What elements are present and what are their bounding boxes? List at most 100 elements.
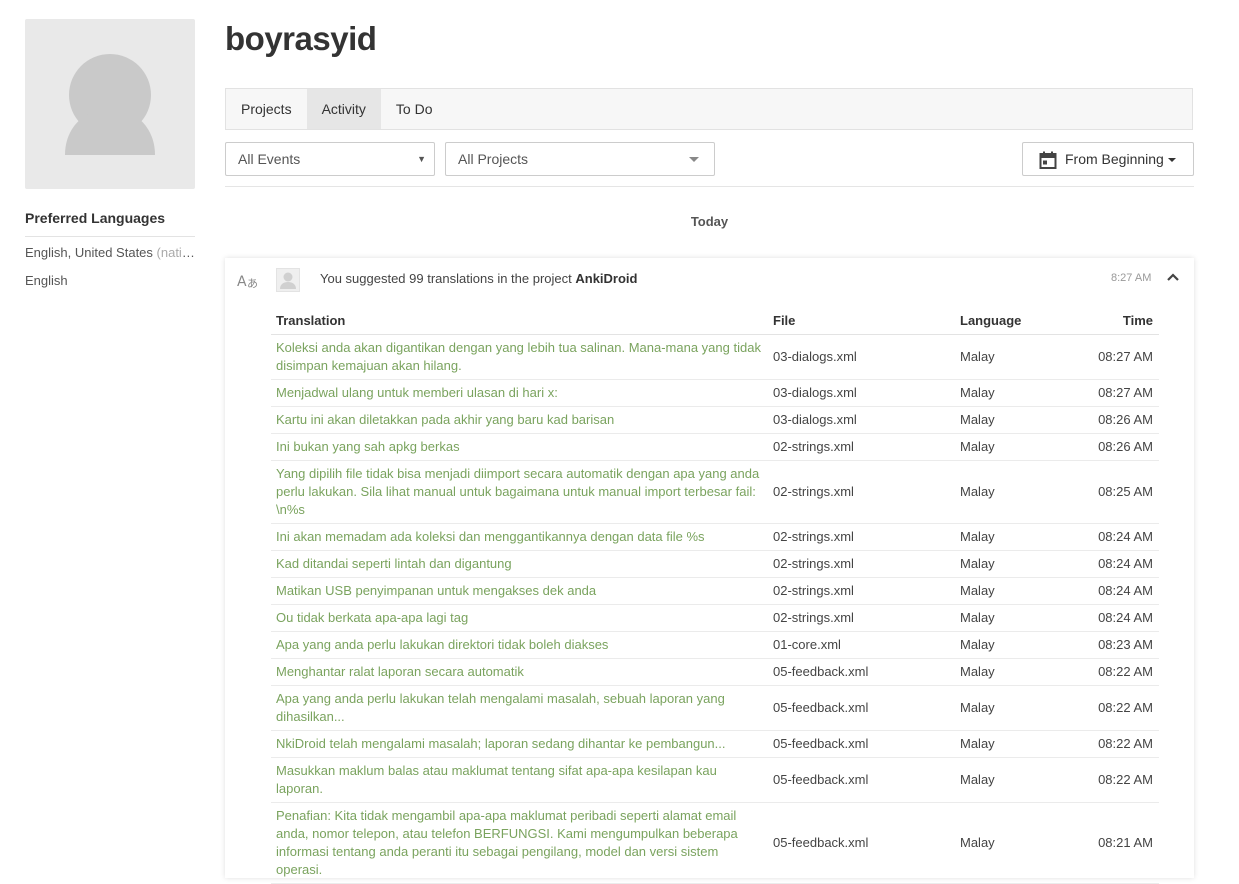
table-row: Kad ditandai seperti lintah dan digantun… <box>271 550 1159 578</box>
table-row: Apa yang anda perlu lakukan telah mengal… <box>271 685 1159 731</box>
translation-link[interactable]: Kartu ini akan diletakkan pada akhir yan… <box>271 406 768 434</box>
file-cell: 03-dialogs.xml <box>768 334 955 380</box>
events-filter-value: All Events <box>238 151 301 167</box>
time-cell: 08:24 AM <box>1075 604 1159 632</box>
date-range-label: From Beginning <box>1065 151 1164 167</box>
translation-link[interactable]: Ini bukan yang sah apkg berkas <box>271 433 768 461</box>
calendar-icon <box>1039 151 1057 169</box>
file-cell: 02-strings.xml <box>768 523 955 551</box>
translation-link[interactable]: Matikan USB penyimpanan untuk mengakses … <box>271 577 768 605</box>
time-cell: 08:24 AM <box>1075 577 1159 605</box>
time-cell: 08:26 AM <box>1075 433 1159 461</box>
translate-icon: A あ <box>237 274 258 290</box>
user-avatar <box>276 268 300 292</box>
translation-text: NkiDroid telah mengalami masalah; lapora… <box>276 736 726 751</box>
table-row: NkiDroid telah mengalami masalah; lapora… <box>271 730 1159 758</box>
language-item: English, United States (native) <box>25 245 195 260</box>
file-cell: 05-feedback.xml <box>768 685 955 731</box>
chevron-up-icon[interactable] <box>1166 270 1180 284</box>
table-row: Koleksi anda akan digantikan dengan yang… <box>271 334 1159 380</box>
file-cell: 02-strings.xml <box>768 577 955 605</box>
language-note: (native) <box>156 245 195 260</box>
file-cell: 03-dialogs.xml <box>768 379 955 407</box>
chevron-down-icon <box>689 157 699 162</box>
translation-link[interactable]: Ou tidak berkata apa-apa lagi tag <box>271 604 768 632</box>
caret-down-icon <box>1168 158 1176 162</box>
event-text: You suggested 99 translations in the pro… <box>320 271 576 286</box>
table-row: Apa yang anda perlu lakukan direktori ti… <box>271 631 1159 659</box>
time-cell: 08:21 AM <box>1075 802 1159 884</box>
tab-to-do[interactable]: To Do <box>381 89 448 129</box>
profile-tabs: Projects Activity To Do <box>225 88 1193 130</box>
language-cell: Malay <box>955 460 1075 524</box>
language-item: English <box>25 273 195 288</box>
translation-link[interactable]: Masukkan maklum balas atau maklumat tent… <box>271 757 768 803</box>
table-row: Ini akan memadam ada koleksi dan menggan… <box>271 523 1159 551</box>
translation-link[interactable]: Koleksi anda akan digantikan dengan yang… <box>271 334 768 380</box>
time-cell: 08:27 AM <box>1075 379 1159 407</box>
table-row: Masukkan maklum balas atau maklumat tent… <box>271 757 1159 803</box>
time-cell: 08:23 AM <box>1075 631 1159 659</box>
time-cell: 08:27 AM <box>1075 334 1159 380</box>
language-cell: Malay <box>955 730 1075 758</box>
translation-link[interactable]: Apa yang anda perlu lakukan direktori ti… <box>271 631 768 659</box>
projects-filter-select[interactable]: All Projects <box>445 142 715 176</box>
table-row: Penafian: Kita tidak mengambil apa-apa m… <box>271 802 1159 884</box>
table-row: Ou tidak berkata apa-apa lagi tag 02-str… <box>271 604 1159 632</box>
column-language: Language <box>955 309 1075 335</box>
column-file: File <box>768 309 955 335</box>
language-cell: Malay <box>955 577 1075 605</box>
event-description: You suggested 99 translations in the pro… <box>320 271 638 286</box>
svg-text:あ: あ <box>247 277 258 290</box>
profile-avatar <box>25 19 195 189</box>
translation-link[interactable]: Yang dipilih file tidak bisa menjadi dii… <box>271 460 768 524</box>
translation-link[interactable]: Menghantar ralat laporan secara automati… <box>271 658 768 686</box>
language-cell: Malay <box>955 550 1075 578</box>
tab-activity[interactable]: Activity <box>306 89 381 129</box>
file-cell: 02-strings.xml <box>768 604 955 632</box>
filters-divider <box>225 186 1194 187</box>
translation-link[interactable]: Ini akan memadam ada koleksi dan menggan… <box>271 523 768 551</box>
time-cell: 08:24 AM <box>1075 523 1159 551</box>
chevron-down-icon: ▼ <box>417 154 426 164</box>
column-time: Time <box>1075 309 1159 335</box>
file-cell: 02-strings.xml <box>768 460 955 524</box>
file-cell: 01-core.xml <box>768 631 955 659</box>
language-cell: Malay <box>955 757 1075 803</box>
translation-link[interactable]: Kad ditandai seperti lintah dan digantun… <box>271 550 768 578</box>
language-cell: Malay <box>955 802 1075 884</box>
file-cell: 03-dialogs.xml <box>768 406 955 434</box>
language-cell: Malay <box>955 334 1075 380</box>
language-cell: Malay <box>955 379 1075 407</box>
time-cell: 08:22 AM <box>1075 757 1159 803</box>
language-cell: Malay <box>955 685 1075 731</box>
translation-link[interactable]: Penafian: Kita tidak mengambil apa-apa m… <box>271 802 768 884</box>
table-row: Ini bukan yang sah apkg berkas 02-string… <box>271 433 1159 461</box>
table-row: Menjadwal ulang untuk memberi ulasan di … <box>271 379 1159 407</box>
file-cell: 05-feedback.xml <box>768 730 955 758</box>
events-filter-select[interactable]: All Events ▼ <box>225 142 435 176</box>
translation-link[interactable]: Apa yang anda perlu lakukan telah mengal… <box>271 685 768 731</box>
language-name: English <box>25 273 68 288</box>
language-name: English, United States <box>25 245 153 260</box>
translation-link[interactable]: Menjadwal ulang untuk memberi ulasan di … <box>271 379 768 407</box>
file-cell: 02-strings.xml <box>768 550 955 578</box>
event-project-link[interactable]: AnkiDroid <box>575 271 637 286</box>
translation-link[interactable]: NkiDroid telah mengalami masalah; lapora… <box>271 730 768 758</box>
username-title: boyrasyid <box>225 20 377 57</box>
time-cell: 08:25 AM <box>1075 460 1159 524</box>
date-range-button[interactable]: From Beginning <box>1022 142 1194 176</box>
table-row: Matikan USB penyimpanan untuk mengakses … <box>271 577 1159 605</box>
language-cell: Malay <box>955 406 1075 434</box>
event-time: 8:27 AM <box>1111 272 1152 284</box>
language-cell: Malay <box>955 433 1075 461</box>
tab-projects[interactable]: Projects <box>226 89 307 129</box>
projects-filter-value: All Projects <box>458 151 529 167</box>
file-cell: 02-strings.xml <box>768 433 955 461</box>
time-cell: 08:22 AM <box>1075 730 1159 758</box>
table-header-row: Translation File Language Time <box>271 309 1159 335</box>
file-cell: 05-feedback.xml <box>768 757 955 803</box>
language-cell: Malay <box>955 631 1075 659</box>
table-row: Menghantar ralat laporan secara automati… <box>271 658 1159 686</box>
time-cell: 08:26 AM <box>1075 406 1159 434</box>
